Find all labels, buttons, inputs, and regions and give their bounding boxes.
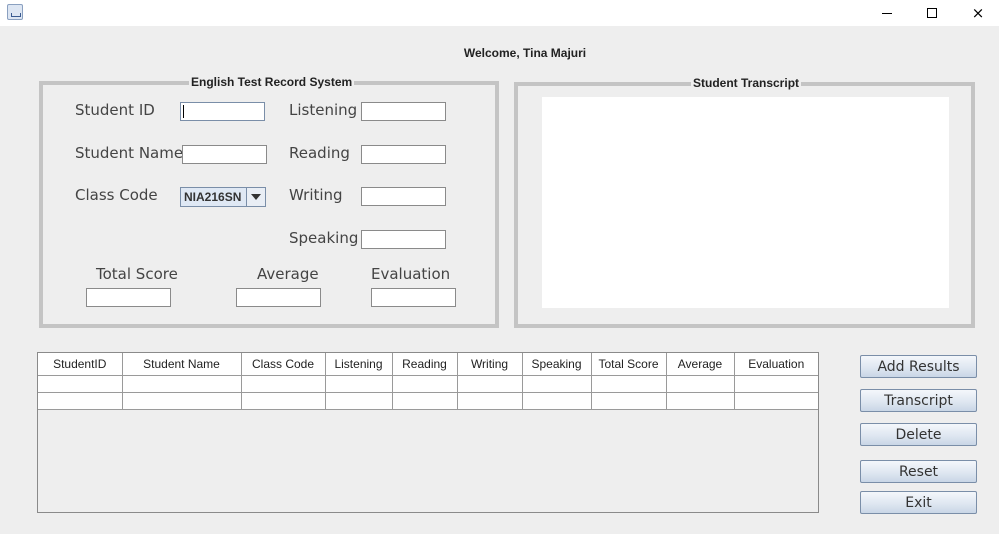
evaluation-label: Evaluation xyxy=(371,265,451,283)
results-grid: StudentID Student Name Class Code Listen… xyxy=(38,353,818,410)
total-score-label: Total Score xyxy=(96,265,178,283)
close-icon: × xyxy=(971,3,985,22)
column-header[interactable]: Average xyxy=(666,353,735,376)
column-header[interactable]: Listening xyxy=(325,353,393,376)
minimize-icon xyxy=(882,12,892,14)
table-cell[interactable] xyxy=(241,392,326,410)
close-button[interactable]: × xyxy=(955,0,999,26)
writing-field[interactable] xyxy=(361,187,446,206)
table-row[interactable] xyxy=(38,375,818,393)
average-field[interactable] xyxy=(236,288,321,307)
table-row[interactable] xyxy=(38,392,818,410)
column-header[interactable]: Total Score xyxy=(591,353,667,376)
student-id-field[interactable] xyxy=(180,102,265,121)
column-header[interactable]: Reading xyxy=(392,353,458,376)
table-cell[interactable] xyxy=(666,392,735,410)
reading-field[interactable] xyxy=(361,145,446,164)
table-cell[interactable] xyxy=(38,392,123,410)
table-cell[interactable] xyxy=(734,392,818,410)
student-name-field[interactable] xyxy=(182,145,267,164)
table-cell[interactable] xyxy=(325,392,393,410)
chevron-down-icon xyxy=(251,194,261,200)
reading-label: Reading xyxy=(289,144,350,162)
table-cell[interactable] xyxy=(38,375,123,393)
table-cell[interactable] xyxy=(457,392,523,410)
student-name-label: Student Name xyxy=(75,144,184,162)
record-panel-title: English Test Record System xyxy=(189,75,355,89)
writing-label: Writing xyxy=(289,186,343,204)
speaking-label: Speaking xyxy=(289,229,359,247)
column-header[interactable]: StudentID xyxy=(38,353,123,376)
transcript-text-area[interactable] xyxy=(542,97,949,308)
table-cell[interactable] xyxy=(392,375,458,393)
table-cell[interactable] xyxy=(122,392,242,410)
maximize-button[interactable] xyxy=(909,0,955,26)
average-label: Average xyxy=(257,265,319,283)
table-cell[interactable] xyxy=(522,375,592,393)
welcome-text: Welcome, Tina Majuri xyxy=(463,46,587,60)
class-code-select[interactable]: NIA216SN xyxy=(180,187,266,207)
student-id-label: Student ID xyxy=(75,101,155,119)
exit-button[interactable]: Exit xyxy=(860,491,977,514)
table-cell[interactable] xyxy=(522,392,592,410)
column-header[interactable]: Writing xyxy=(457,353,523,376)
table-cell[interactable] xyxy=(392,392,458,410)
table-cell[interactable] xyxy=(325,375,393,393)
table-cell[interactable] xyxy=(591,392,667,410)
column-header[interactable]: Speaking xyxy=(522,353,592,376)
text-caret xyxy=(183,105,184,118)
table-cell[interactable] xyxy=(122,375,242,393)
class-code-label: Class Code xyxy=(75,186,158,204)
table-cell[interactable] xyxy=(734,375,818,393)
column-header[interactable]: Evaluation xyxy=(734,353,818,376)
transcript-panel-title: Student Transcript xyxy=(691,76,802,90)
table-header-row: StudentID Student Name Class Code Listen… xyxy=(38,353,818,376)
dropdown-arrow-button[interactable] xyxy=(246,188,265,206)
delete-button[interactable]: Delete xyxy=(860,423,977,446)
results-table[interactable]: StudentID Student Name Class Code Listen… xyxy=(37,352,819,513)
java-cup-icon xyxy=(7,4,23,20)
table-cell[interactable] xyxy=(666,375,735,393)
table-cell[interactable] xyxy=(457,375,523,393)
transcript-button[interactable]: Transcript xyxy=(860,389,977,412)
table-cell[interactable] xyxy=(591,375,667,393)
listening-label: Listening xyxy=(289,101,358,119)
column-header[interactable]: Class Code xyxy=(241,353,326,376)
reset-button[interactable]: Reset xyxy=(860,460,977,483)
total-score-field[interactable] xyxy=(86,288,171,307)
add-results-button[interactable]: Add Results xyxy=(860,355,977,378)
speaking-field[interactable] xyxy=(361,230,446,249)
table-cell[interactable] xyxy=(241,375,326,393)
column-header[interactable]: Student Name xyxy=(122,353,242,376)
window-titlebar xyxy=(0,0,999,26)
minimize-button[interactable] xyxy=(864,0,910,26)
evaluation-field[interactable] xyxy=(371,288,456,307)
listening-field[interactable] xyxy=(361,102,446,121)
maximize-icon xyxy=(927,8,937,18)
class-code-value: NIA216SN xyxy=(181,188,246,206)
